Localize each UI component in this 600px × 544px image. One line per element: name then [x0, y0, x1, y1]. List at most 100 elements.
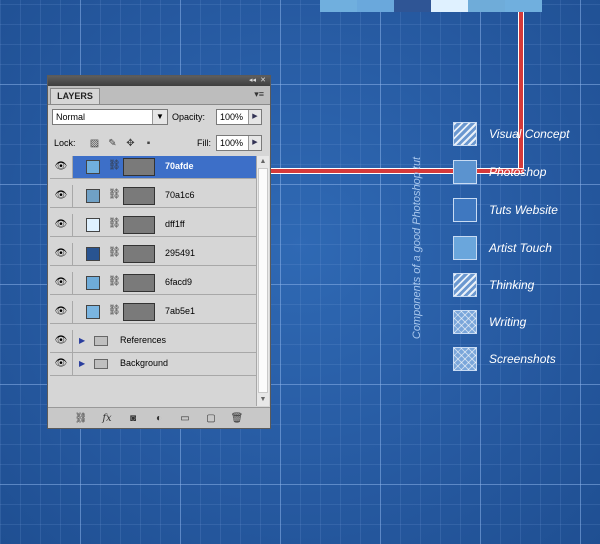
- chain-link-icon[interactable]: ⛓: [108, 305, 121, 316]
- link-layers-icon[interactable]: ⛓: [73, 413, 89, 424]
- chain-link-icon[interactable]: ⛓: [108, 247, 121, 258]
- legend-item: Writing: [453, 309, 526, 335]
- lock-all-icon[interactable]: ▪: [142, 138, 155, 149]
- group-name: Background: [120, 358, 169, 368]
- blend-row: Normal ▼ Opacity: 100% ▶: [52, 109, 266, 127]
- trash-icon[interactable]: 🗑: [229, 413, 245, 424]
- chain-link-icon[interactable]: ⛓: [108, 218, 121, 229]
- strip-swatch: [394, 0, 431, 12]
- eye-icon[interactable]: 👁: [50, 353, 73, 375]
- folder-icon: [94, 359, 108, 369]
- scroll-thumb[interactable]: [258, 168, 268, 393]
- legend-item: Photoshop: [453, 159, 546, 185]
- legend-label: Thinking: [489, 278, 535, 292]
- legend-label: Screenshots: [489, 352, 556, 366]
- layer-group-row[interactable]: 👁 ▶ References: [50, 330, 256, 353]
- layer-name: 7ab5e1: [165, 306, 196, 316]
- opacity-field[interactable]: 100% ▶: [216, 109, 262, 125]
- legend-swatch: [453, 122, 477, 146]
- legend-swatch: [453, 273, 477, 297]
- opacity-value: 100%: [220, 112, 244, 122]
- eye-icon[interactable]: 👁: [50, 156, 73, 178]
- lock-label: Lock:: [54, 138, 76, 148]
- layer-scrollbar[interactable]: ▲ ▼: [256, 156, 269, 406]
- expand-triangle-icon[interactable]: ▶: [79, 336, 85, 345]
- layer-row[interactable]: 👁 ⛓ 70afde: [50, 156, 256, 179]
- layer-list: 👁 ⛓ 70afde 👁 ⛓ 70a1c6 👁 ⛓ dff1ff 👁 ⛓ 295491 👁 ⛓ 6facd9…: [50, 156, 256, 406]
- legend-label: Visual Concept: [489, 127, 570, 141]
- layer-mask-thumb[interactable]: [123, 303, 155, 321]
- layer-color-thumb: [86, 305, 100, 319]
- chain-link-icon[interactable]: ⛓: [108, 276, 121, 287]
- layer-name: 295491: [165, 248, 196, 258]
- new-layer-icon[interactable]: ▢: [203, 413, 219, 424]
- swatch-strip: [320, 0, 542, 12]
- layer-row[interactable]: 👁 ⛓ dff1ff: [50, 214, 256, 237]
- eye-icon[interactable]: 👁: [50, 214, 73, 236]
- group-name: References: [120, 335, 167, 345]
- layer-row[interactable]: 👁 ⛓ 6facd9: [50, 272, 256, 295]
- collapse-icon[interactable]: ◂◂: [249, 76, 256, 84]
- legend-item: Artist Touch: [453, 235, 552, 261]
- layer-name: 70afde: [165, 161, 194, 171]
- layer-group-row[interactable]: 👁 ▶ Background: [50, 353, 256, 376]
- add-mask-icon[interactable]: ◙: [125, 413, 141, 424]
- layer-mask-thumb[interactable]: [123, 216, 155, 234]
- fill-arrow-icon[interactable]: ▶: [248, 136, 261, 150]
- scroll-down-icon[interactable]: ▼: [257, 394, 269, 406]
- lock-pixels-icon[interactable]: ✎: [106, 138, 119, 149]
- layer-mask-thumb[interactable]: [123, 274, 155, 292]
- fill-field[interactable]: 100% ▶: [216, 135, 262, 151]
- chain-link-icon[interactable]: ⛓: [108, 160, 121, 171]
- legend-item: Thinking: [453, 272, 534, 298]
- layer-row[interactable]: 👁 ⛓ 70a1c6: [50, 185, 256, 208]
- opacity-arrow-icon[interactable]: ▶: [248, 110, 261, 124]
- blend-mode-value: Normal: [56, 112, 86, 122]
- layer-color-thumb: [86, 189, 100, 203]
- folder-icon: [94, 336, 108, 346]
- layer-name: 6facd9: [165, 277, 193, 287]
- fx-icon[interactable]: fx: [99, 413, 115, 424]
- lock-position-icon[interactable]: ✥: [124, 138, 137, 149]
- fill-value: 100%: [220, 138, 244, 148]
- lock-transparency-icon[interactable]: ▨: [88, 138, 101, 149]
- adjustment-layer-icon[interactable]: ◐: [151, 413, 167, 424]
- eye-icon[interactable]: 👁: [50, 185, 73, 207]
- eye-icon[interactable]: 👁: [50, 330, 73, 352]
- expand-triangle-icon[interactable]: ▶: [79, 359, 85, 368]
- legend-item: Tuts Website: [453, 197, 558, 223]
- panel-tab-row: LAYERS ▾≡: [48, 86, 270, 105]
- layer-color-thumb: [86, 160, 100, 174]
- blend-mode-select[interactable]: Normal ▼: [52, 109, 168, 125]
- tab-layers[interactable]: LAYERS: [50, 88, 100, 104]
- legend-label: Writing: [489, 315, 527, 329]
- layers-panel: ◂◂ ✕ LAYERS ▾≡ Normal ▼ Opacity: 100% ▶ …: [47, 75, 271, 429]
- legend-swatch: [453, 198, 477, 222]
- layer-mask-thumb[interactable]: [123, 158, 155, 176]
- legend-swatch: [453, 310, 477, 334]
- fill-label: Fill:: [197, 138, 211, 148]
- eye-icon[interactable]: 👁: [50, 243, 73, 265]
- chain-link-icon[interactable]: ⛓: [108, 189, 121, 200]
- caption-text: Components of a good Photoshop tut: [411, 156, 423, 340]
- close-icon[interactable]: ✕: [260, 76, 266, 84]
- eye-icon[interactable]: 👁: [50, 272, 73, 294]
- layer-color-thumb: [86, 276, 100, 290]
- layer-row[interactable]: 👁 ⛓ 295491: [50, 243, 256, 266]
- layer-mask-thumb[interactable]: [123, 245, 155, 263]
- lock-row: Lock: ▨ ✎ ✥ ▪ Fill: 100% ▶: [52, 135, 266, 153]
- strip-swatch: [320, 0, 357, 12]
- scroll-up-icon[interactable]: ▲: [257, 156, 269, 168]
- strip-swatch: [468, 0, 505, 12]
- layer-name: 70a1c6: [165, 190, 195, 200]
- eye-icon[interactable]: 👁: [50, 301, 73, 323]
- chevron-down-icon[interactable]: ▼: [152, 110, 167, 124]
- panel-menu-icon[interactable]: ▾≡: [254, 89, 264, 100]
- lock-icons: ▨ ✎ ✥ ▪: [88, 138, 155, 149]
- new-group-icon[interactable]: ▭: [177, 413, 193, 424]
- legend-label: Photoshop: [489, 165, 547, 179]
- panel-titlebar[interactable]: ◂◂ ✕: [48, 76, 270, 86]
- layer-row[interactable]: 👁 ⛓ 7ab5e1: [50, 301, 256, 324]
- layer-mask-thumb[interactable]: [123, 187, 155, 205]
- legend-swatch: [453, 347, 477, 371]
